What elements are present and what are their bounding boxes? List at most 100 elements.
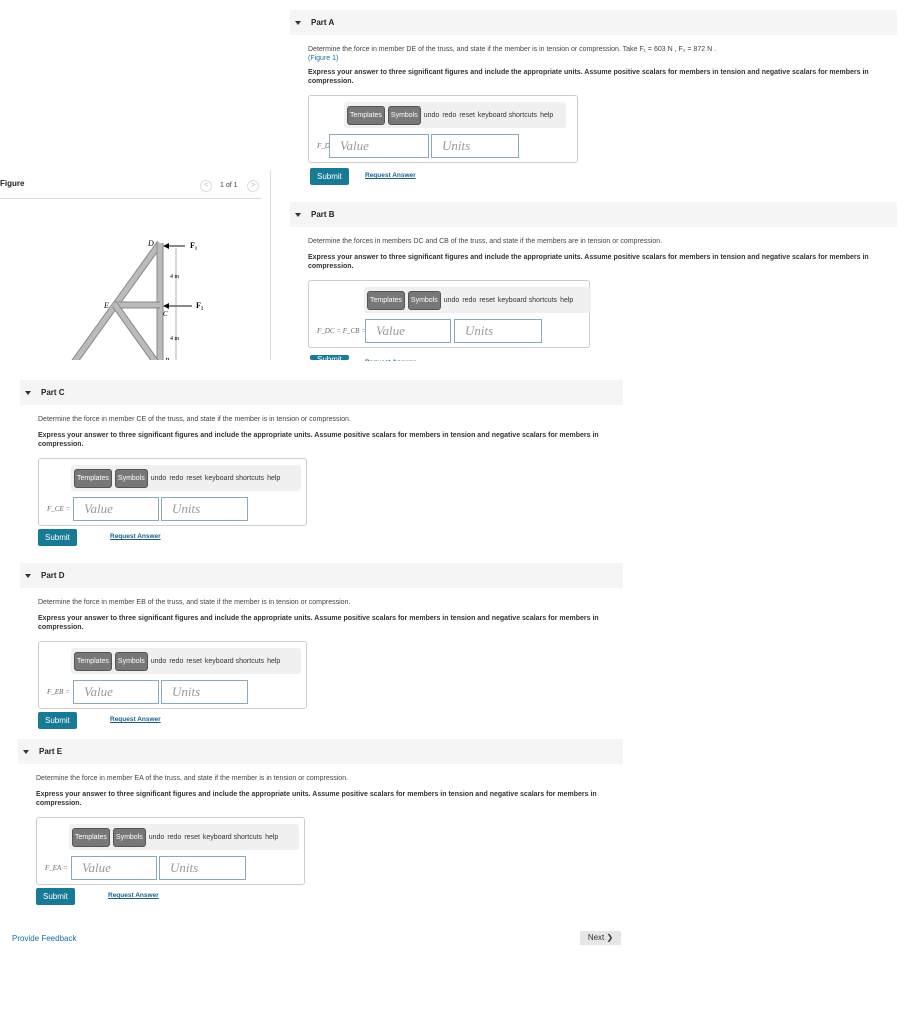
label-e: E: [103, 301, 109, 310]
templates-button[interactable]: Templates: [347, 105, 385, 125]
reset-button[interactable]: reset: [479, 297, 495, 304]
templates-button[interactable]: Templates: [74, 468, 112, 488]
submit-button[interactable]: Submit: [36, 888, 75, 905]
question-text: Determine the forces in members DC and C…: [308, 238, 663, 245]
keyboard-shortcuts-button[interactable]: keyboard shortcuts: [498, 297, 557, 304]
request-answer-link[interactable]: Request Answer: [365, 359, 416, 361]
figure-link[interactable]: (Figure 1): [308, 55, 897, 62]
symbols-button[interactable]: Symbols: [112, 827, 146, 847]
math-toolbar: Templates Symbols undo redo reset keyboa…: [344, 102, 566, 128]
instructions: Express your answer to three significant…: [308, 69, 869, 85]
answer-box: Templates Symbols undo redo reset keyboa…: [308, 280, 591, 348]
figure-title: Figure: [0, 179, 25, 188]
undo-button[interactable]: undo: [151, 475, 167, 482]
part-c-section: Part C Determine the force in member CE …: [20, 380, 623, 550]
question-text: Determine the force in member EA of the …: [36, 775, 349, 782]
symbols-button[interactable]: Symbols: [114, 468, 148, 488]
label-d: D: [147, 239, 154, 248]
collapse-triangle-icon[interactable]: [23, 749, 29, 754]
value-input[interactable]: Value: [73, 497, 159, 521]
keyboard-shortcuts-button[interactable]: keyboard shortcuts: [205, 658, 264, 665]
undo-button[interactable]: undo: [149, 834, 165, 841]
request-answer-link[interactable]: Request Answer: [108, 892, 159, 899]
next-button[interactable]: Next ❯: [580, 931, 621, 945]
part-c-header[interactable]: Part C: [20, 380, 623, 405]
units-input[interactable]: Units: [161, 680, 248, 704]
units-input[interactable]: Units: [159, 856, 246, 880]
part-title: Part C: [41, 388, 65, 397]
variable-label: F_DC = F_CB =: [317, 327, 366, 335]
help-button[interactable]: help: [267, 475, 280, 482]
part-title: Part B: [311, 210, 335, 219]
help-button[interactable]: help: [540, 112, 553, 119]
submit-button[interactable]: Submit: [38, 712, 77, 729]
part-b-section: Part B Determine the forces in members D…: [290, 202, 897, 359]
reset-button[interactable]: reset: [186, 475, 202, 482]
part-title: Part A: [311, 18, 335, 27]
submit-button[interactable]: Submit: [310, 355, 349, 360]
answer-box: Templates Symbols undo redo reset keyboa…: [38, 641, 307, 709]
instructions: Express your answer to three significant…: [308, 254, 869, 270]
symbols-button[interactable]: Symbols: [114, 651, 148, 671]
label-b: B: [165, 357, 170, 360]
templates-button[interactable]: Templates: [74, 651, 112, 671]
question-text: Determine the force in member DE of the …: [308, 46, 717, 53]
units-input[interactable]: Units: [454, 319, 542, 343]
undo-button[interactable]: undo: [424, 112, 440, 119]
collapse-triangle-icon[interactable]: [25, 573, 31, 578]
units-input[interactable]: Units: [431, 134, 519, 158]
collapse-triangle-icon[interactable]: [25, 390, 31, 395]
submit-button[interactable]: Submit: [38, 529, 77, 546]
keyboard-shortcuts-button[interactable]: keyboard shortcuts: [478, 112, 537, 119]
undo-button[interactable]: undo: [151, 658, 167, 665]
dim-bottom: 4 m: [170, 336, 180, 342]
math-toolbar: Templates Symbols undo redo reset keyboa…: [364, 287, 591, 313]
templates-button[interactable]: Templates: [72, 827, 110, 847]
collapse-triangle-icon[interactable]: [295, 212, 301, 217]
figure-next-button[interactable]: >: [247, 180, 259, 192]
f1-arrowhead: [163, 243, 169, 249]
redo-button[interactable]: redo: [462, 297, 476, 304]
submit-button[interactable]: Submit: [310, 168, 349, 185]
part-a-header[interactable]: Part A: [290, 10, 897, 35]
units-input[interactable]: Units: [161, 497, 248, 521]
variable-label: F_CE =: [47, 505, 71, 513]
symbols-button[interactable]: Symbols: [387, 105, 421, 125]
redo-button[interactable]: redo: [167, 834, 181, 841]
keyboard-shortcuts-button[interactable]: keyboard shortcuts: [205, 475, 264, 482]
figure-prev-button[interactable]: <: [200, 180, 212, 192]
part-b-header[interactable]: Part B: [290, 202, 897, 227]
member-eb-face: [112, 303, 158, 360]
request-answer-link[interactable]: Request Answer: [365, 172, 416, 179]
symbols-button[interactable]: Symbols: [407, 290, 441, 310]
request-answer-link[interactable]: Request Answer: [110, 533, 161, 540]
question-text: Determine the force in member EB of the …: [38, 599, 351, 606]
value-input[interactable]: Value: [73, 680, 159, 704]
keyboard-shortcuts-button[interactable]: keyboard shortcuts: [203, 834, 262, 841]
reset-button[interactable]: reset: [184, 834, 200, 841]
part-a-section: Part A Determine the force in member DE …: [290, 10, 897, 190]
part-d-section: Part D Determine the force in member EB …: [20, 563, 623, 733]
redo-button[interactable]: redo: [442, 112, 456, 119]
collapse-triangle-icon[interactable]: [295, 20, 301, 25]
request-answer-link[interactable]: Request Answer: [110, 716, 161, 723]
part-e-section: Part E Determine the force in member EA …: [18, 739, 623, 909]
reset-button[interactable]: reset: [459, 112, 475, 119]
variable-label: F_EB =: [47, 688, 70, 696]
undo-button[interactable]: undo: [444, 297, 460, 304]
value-input[interactable]: Value: [365, 319, 451, 343]
redo-button[interactable]: redo: [169, 658, 183, 665]
help-button[interactable]: help: [560, 297, 573, 304]
redo-button[interactable]: redo: [169, 475, 183, 482]
help-button[interactable]: help: [267, 658, 280, 665]
provide-feedback-link[interactable]: Provide Feedback: [12, 934, 76, 943]
help-button[interactable]: help: [265, 834, 278, 841]
reset-button[interactable]: reset: [186, 658, 202, 665]
part-e-header[interactable]: Part E: [18, 739, 623, 764]
templates-button[interactable]: Templates: [367, 290, 405, 310]
value-input[interactable]: Value: [329, 134, 429, 158]
part-d-header[interactable]: Part D: [20, 563, 623, 588]
value-input[interactable]: Value: [71, 856, 157, 880]
label-f1: F₁: [190, 241, 198, 250]
math-toolbar: Templates Symbols undo redo reset keyboa…: [69, 824, 299, 850]
